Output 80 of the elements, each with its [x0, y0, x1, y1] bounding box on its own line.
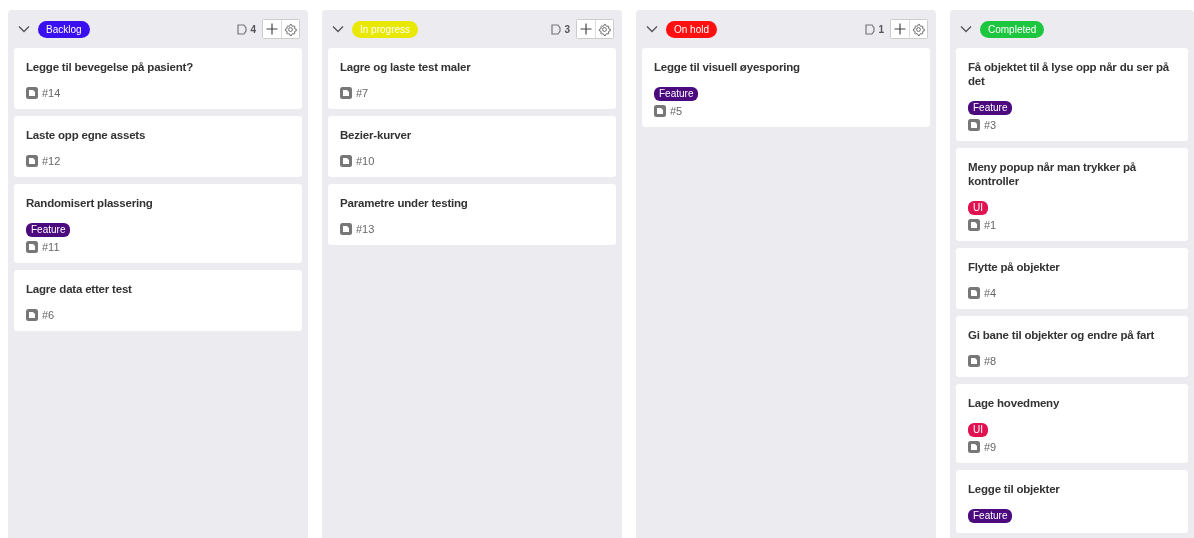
chevron-down-icon[interactable]: [18, 25, 30, 33]
status-badge: Completed: [980, 20, 1045, 38]
task-card[interactable]: Lagre data etter test #6: [14, 270, 302, 331]
task-card[interactable]: Legge til bevegelse på pasient? #14: [14, 48, 302, 109]
card-title: Lagre data etter test: [26, 282, 133, 296]
task-card[interactable]: Legge til objekter Feature: [956, 470, 1188, 533]
add-button[interactable]: [263, 20, 281, 38]
chevron-down-icon[interactable]: [332, 25, 344, 33]
issue-icon: [237, 23, 248, 35]
issue-number[interactable]: #13: [356, 223, 375, 235]
card-title: Randomisert plassering: [26, 196, 154, 210]
task-card[interactable]: Randomisert plassering Feature #11: [14, 184, 302, 263]
label-tag: Feature: [968, 509, 1013, 523]
issue-icon: [26, 87, 38, 99]
issue-number[interactable]: #6: [42, 309, 55, 321]
settings-button[interactable]: [909, 20, 927, 38]
issue-number[interactable]: #4: [984, 287, 997, 299]
item-count: 3: [564, 23, 570, 35]
status-badge: Backlog: [38, 20, 90, 38]
task-card[interactable]: Gi bane til objekter og endre på fart #8: [956, 316, 1188, 377]
label-tag: Feature: [26, 223, 71, 237]
issue-icon: [26, 155, 38, 167]
chevron-down-icon[interactable]: [646, 25, 658, 33]
issue-icon: [968, 355, 980, 367]
issue-icon: [26, 309, 38, 321]
issue-number[interactable]: #3: [984, 119, 997, 131]
card-title: Legge til objekter: [968, 482, 1061, 496]
status-badge: In progress: [352, 20, 419, 38]
status-badge: On hold: [666, 20, 718, 38]
issue-number[interactable]: #5: [670, 105, 683, 117]
task-card[interactable]: Flytte på objekter #4: [956, 248, 1188, 309]
task-card[interactable]: Lagre og laste test maler #7: [328, 48, 616, 109]
issue-number[interactable]: #8: [984, 355, 997, 367]
issue-icon: [968, 441, 980, 453]
issue-number[interactable]: #14: [42, 87, 61, 99]
card-title: Laste opp egne assets: [26, 128, 147, 142]
card-title: Gi bane til objekter og endre på fart: [968, 328, 1156, 342]
chevron-down-icon[interactable]: [960, 25, 972, 33]
settings-button[interactable]: [281, 20, 299, 38]
task-card[interactable]: Parametre under testing #13: [328, 184, 616, 245]
card-title: Lage hovedmeny: [968, 396, 1061, 410]
issue-number[interactable]: #11: [42, 241, 60, 253]
card-title: Få objektet til å lyse opp når du ser på det: [968, 60, 1170, 88]
issue-icon: [26, 241, 38, 253]
task-card[interactable]: Legge til visuell øyesporing Feature #5: [642, 48, 930, 127]
issue-icon: [865, 23, 876, 35]
item-count: 1: [878, 23, 884, 35]
label-tag: Feature: [654, 87, 699, 101]
issue-icon: [654, 105, 666, 117]
issue-number[interactable]: #7: [356, 87, 369, 99]
issue-icon: [551, 23, 562, 35]
task-card[interactable]: Få objektet til å lyse opp når du ser på det Feature #3: [956, 48, 1188, 141]
card-title: Bezier-kurver: [340, 128, 412, 142]
card-title: Meny popup når man trykker på kontroller: [968, 160, 1138, 188]
issue-number[interactable]: #12: [42, 155, 61, 167]
card-title: Parametre under testing: [340, 196, 469, 210]
add-button[interactable]: [891, 20, 909, 38]
issue-icon: [968, 219, 980, 231]
card-title: Lagre og laste test maler: [340, 60, 472, 74]
issue-icon: [340, 87, 352, 99]
label-tag: Feature: [968, 101, 1013, 115]
label-tag: UI: [968, 201, 988, 215]
task-card[interactable]: Bezier-kurver #10: [328, 116, 616, 177]
card-title: Legge til visuell øyesporing: [654, 60, 801, 74]
card-title: Flytte på objekter: [968, 260, 1061, 274]
label-tag: UI: [968, 423, 988, 437]
add-button[interactable]: [577, 20, 595, 38]
task-card[interactable]: Lage hovedmeny UI #9: [956, 384, 1188, 463]
issue-number[interactable]: #9: [984, 441, 997, 453]
issue-icon: [340, 155, 352, 167]
issue-number[interactable]: #1: [984, 219, 997, 231]
task-card[interactable]: Meny popup når man trykker på kontroller UI #1: [956, 148, 1188, 241]
issue-icon: [968, 287, 980, 299]
task-card[interactable]: Laste opp egne assets #12: [14, 116, 302, 177]
item-count: 4: [250, 23, 256, 35]
issue-icon: [340, 223, 352, 235]
settings-button[interactable]: [595, 20, 613, 38]
issue-icon: [968, 119, 980, 131]
issue-number[interactable]: #10: [356, 155, 375, 167]
card-title: Legge til bevegelse på pasient?: [26, 60, 194, 74]
